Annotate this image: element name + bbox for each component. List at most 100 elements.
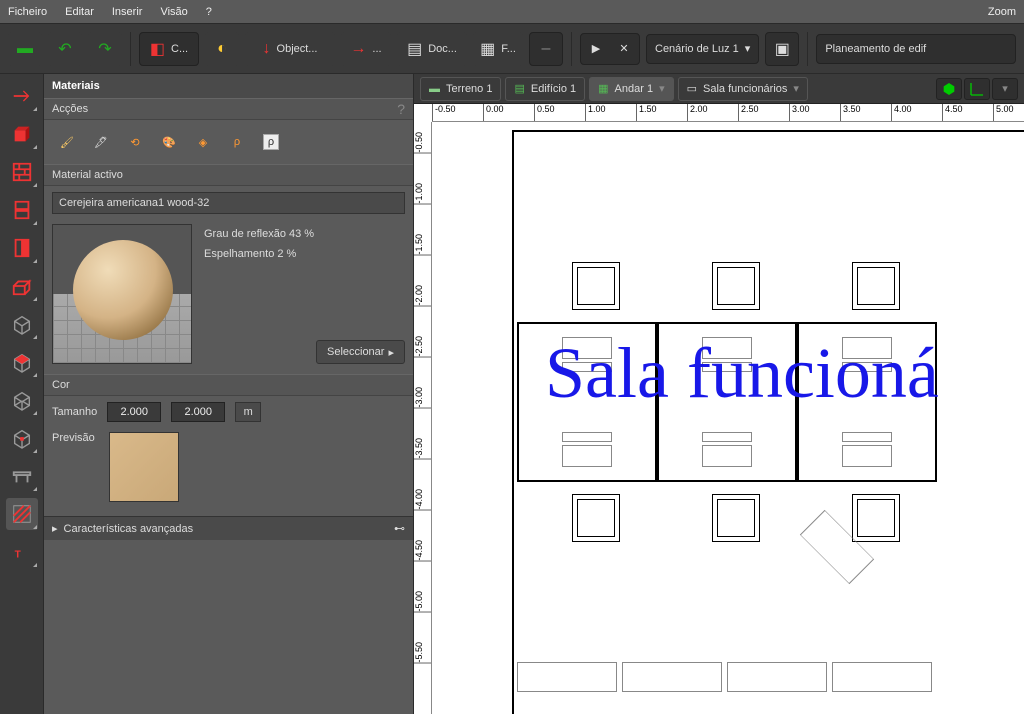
wall-tool[interactable] (6, 156, 38, 188)
crumb-terreno[interactable]: ▬Terreno 1 (420, 77, 501, 101)
menu-zoom[interactable]: Zoom (988, 6, 1016, 18)
brush-icon: 🖌 (60, 136, 74, 149)
panel-title: Materiais (44, 74, 413, 98)
view-toggle[interactable]: ▣ (765, 32, 799, 66)
actions-toolbar: 🖌 🖋 ⟲ 🎨 ◈ ρ ρ (44, 120, 413, 164)
svg-text:T: T (14, 550, 21, 561)
menu-help[interactable]: ? (206, 6, 212, 18)
rho-box-icon: ρ (263, 134, 279, 150)
text-tool[interactable]: T (6, 536, 38, 568)
main-toolbar: ▬ ↶ ↷ ◧C... ◐ ↓Object... →... ▤Doc... ▦F… (0, 24, 1024, 74)
rotate-icon: ⟲ (130, 136, 139, 149)
vertical-toolbar: T (0, 74, 44, 714)
color-header: Cor (44, 374, 413, 396)
light-button[interactable]: ◐ (205, 32, 239, 66)
redo-icon: ↷ (98, 39, 111, 59)
stop-icon: ✕ (619, 42, 628, 55)
rho-tool[interactable]: ρ (222, 127, 252, 157)
view-more-button[interactable]: ▾ (992, 78, 1018, 100)
material-name-field[interactable]: Cerejeira americana1 wood-32 (52, 192, 405, 214)
floor-plan[interactable]: Sala funcioná (432, 122, 1024, 714)
mirror-label: Espelhamento 2 % (204, 248, 405, 260)
chevron-right-icon: ▸ (388, 346, 394, 359)
terrain-icon: ▬ (429, 83, 440, 95)
hatch-tool[interactable] (6, 498, 38, 530)
view-axis-button[interactable] (964, 78, 990, 100)
block-tool[interactable] (6, 118, 38, 150)
actions-header: Acções? (44, 98, 413, 120)
table-tool[interactable] (6, 460, 38, 492)
play-icon: ▶ (592, 42, 600, 55)
floppy-icon: ▬ (17, 40, 33, 58)
unit-selector[interactable]: m (235, 402, 261, 422)
vertical-ruler: -0.50-1.00-1.50-2.00-2.50-3.00-3.50-4.00… (414, 122, 432, 714)
door-tool[interactable] (6, 232, 38, 264)
help-icon[interactable]: ? (397, 101, 405, 117)
active-material-header: Material activo (44, 164, 413, 186)
menu-editar[interactable]: Editar (65, 6, 94, 18)
document-icon: ▤ (407, 39, 422, 59)
rho-icon: ρ (234, 136, 240, 148)
menu-visao[interactable]: Visão (160, 6, 187, 18)
minimize-button[interactable]: – (529, 32, 563, 66)
cube-icon: ◧ (150, 39, 165, 59)
rotate-tool[interactable]: ⟲ (120, 127, 150, 157)
arrow-tool[interactable] (6, 80, 38, 112)
construction-button[interactable]: ◧C... (139, 32, 199, 66)
redo-button[interactable]: ↷ (88, 32, 122, 66)
reflection-label: Grau de reflexão 43 % (204, 228, 405, 240)
stop-button[interactable]: ✕ (611, 36, 637, 62)
size-y-input[interactable]: 2.000 (171, 402, 225, 422)
tag-tool[interactable]: ◈ (188, 127, 218, 157)
wireframe-tool[interactable] (6, 384, 38, 416)
paintbrush-icon: 🖋 (94, 136, 108, 149)
lamp-icon: ◐ (217, 40, 227, 58)
marker-tool[interactable] (6, 422, 38, 454)
rho-box-tool[interactable]: ρ (256, 127, 286, 157)
doc-button[interactable]: ▤Doc... (397, 32, 467, 66)
room-icon: ▭ (687, 82, 697, 95)
size-x-input[interactable]: 2.000 (107, 402, 161, 422)
minus-icon: – (542, 40, 551, 58)
building-icon: ▤ (514, 82, 524, 95)
scene-selector[interactable]: Cenário de Luz 1▾ (646, 34, 759, 64)
pin-icon[interactable]: ⊷ (394, 522, 405, 535)
chevron-down-icon: ▾ (745, 42, 751, 55)
export-button[interactable]: →... (341, 32, 391, 66)
chevron-down-icon: ▾ (793, 82, 799, 95)
crumb-sala[interactable]: ▭Sala funcionários▾ (678, 77, 808, 101)
cube-tool[interactable] (6, 308, 38, 340)
undo-button[interactable]: ↶ (48, 32, 82, 66)
play-button[interactable]: ▶ (583, 36, 609, 62)
save-button[interactable]: ▬ (8, 32, 42, 66)
crumb-edificio[interactable]: ▤Edifício 1 (505, 77, 585, 101)
tag-icon: ◈ (199, 136, 207, 149)
palette-tool[interactable]: 🎨 (154, 127, 184, 157)
menu-ficheiro[interactable]: Ficheiro (8, 6, 47, 18)
view-3d-button[interactable] (936, 78, 962, 100)
paint-tool[interactable]: 🖋 (86, 127, 116, 157)
plan-button[interactable]: Planeamento de edif (816, 34, 1016, 64)
grid-button[interactable]: ▦F... (473, 32, 523, 66)
texture-swatch[interactable] (109, 432, 179, 502)
roof-tool[interactable] (6, 346, 38, 378)
select-button[interactable]: Seleccionar▸ (316, 340, 405, 364)
breadcrumb: ▬Terreno 1 ▤Edifício 1 ▦Andar 1▾ ▭Sala f… (414, 74, 1024, 104)
object-button[interactable]: ↓Object... (245, 32, 335, 66)
canvas-area: ▬Terreno 1 ▤Edifício 1 ▦Andar 1▾ ▭Sala f… (414, 74, 1024, 714)
brush-tool[interactable]: 🖌 (52, 127, 82, 157)
undo-icon: ↶ (58, 39, 71, 59)
material-preview-sphere (52, 224, 192, 364)
floor-tool[interactable] (6, 270, 38, 302)
advanced-characteristics[interactable]: ▸ Características avançadas ⊷ (44, 516, 413, 540)
import-icon: ↓ (263, 40, 271, 58)
menu-inserir[interactable]: Inserir (112, 6, 143, 18)
chevron-down-icon: ▾ (659, 82, 665, 95)
size-label: Tamanho (52, 406, 97, 418)
window-tool[interactable] (6, 194, 38, 226)
palette-icon: 🎨 (162, 136, 176, 149)
room-label: Sala funcioná (545, 332, 939, 415)
menubar: Ficheiro Editar Inserir Visão ? Zoom (0, 0, 1024, 24)
grid-icon: ▦ (480, 39, 495, 59)
crumb-andar[interactable]: ▦Andar 1▾ (589, 77, 673, 101)
